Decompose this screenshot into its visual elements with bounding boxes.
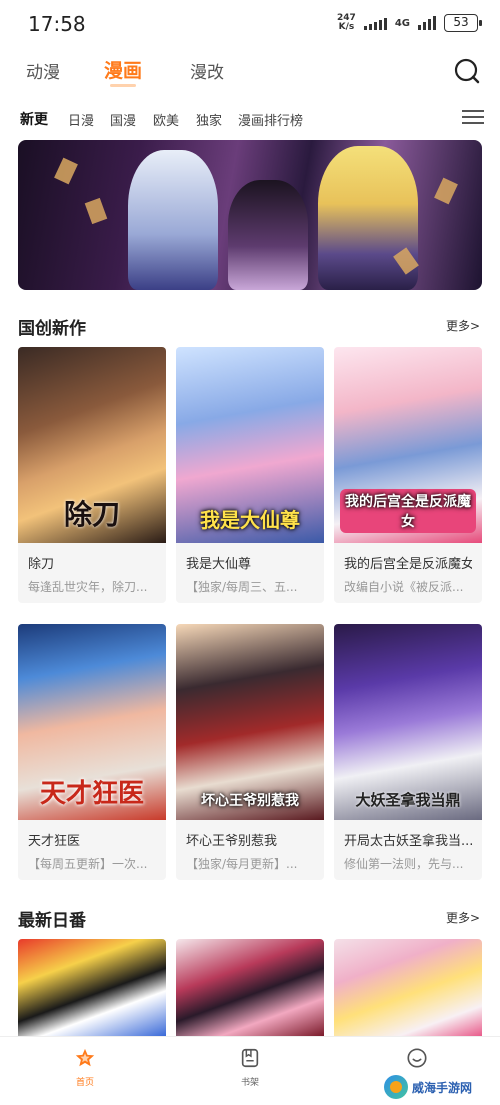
status-bar: 17:58 247 K/s 4G 53 xyxy=(0,0,500,50)
more-link[interactable]: 更多> xyxy=(446,909,480,926)
battery-icon: 53 xyxy=(444,14,482,32)
nav-bookshelf[interactable]: 书架 xyxy=(210,1047,290,1088)
banner-decoration xyxy=(84,197,108,225)
banner-decoration xyxy=(54,157,78,185)
comic-card[interactable]: 除刀 除刀 每逢乱世灾年，除刀... xyxy=(18,347,166,603)
bookshelf-icon xyxy=(241,1048,259,1068)
comic-desc: 【每周五更新】一次... xyxy=(28,857,148,871)
comic-cover: 除刀 xyxy=(18,347,166,543)
subtab-japanese[interactable]: 日漫 xyxy=(68,110,94,129)
comic-desc: 改编自小说《被反派... xyxy=(344,580,464,594)
section-title: 最新日番 xyxy=(18,911,86,931)
watermark-text: 威海手游网 xyxy=(412,1080,473,1095)
comic-title: 开局太古妖圣拿我当... xyxy=(344,834,472,849)
tab-manga[interactable]: 漫画 xyxy=(104,56,142,87)
comic-desc: 每逢乱世灾年，除刀... xyxy=(28,580,148,594)
banner-character xyxy=(228,180,308,290)
smiley-profile-icon xyxy=(407,1048,427,1068)
comic-card[interactable]: 天才狂医 天才狂医 【每周五更新】一次... xyxy=(18,624,166,880)
subtab-exclusive[interactable]: 独家 xyxy=(196,110,222,129)
comic-cover: 坏心王爷别惹我 xyxy=(176,624,324,820)
star-home-icon xyxy=(75,1048,95,1067)
wifi-signal-icon xyxy=(363,16,387,30)
watermark-logo-icon xyxy=(384,1075,408,1099)
comic-desc: 【独家/每周三、五... xyxy=(186,580,298,594)
comic-cover: 我是大仙尊 xyxy=(176,347,324,543)
subtab-western[interactable]: 欧美 xyxy=(153,110,179,129)
comic-card[interactable]: 坏心王爷别惹我 坏心王爷别惹我 【独家/每月更新】... xyxy=(176,624,324,880)
comic-title: 天才狂医 xyxy=(28,834,81,849)
battery-level: 53 xyxy=(453,15,469,29)
nav-home[interactable]: 首页 xyxy=(45,1047,125,1088)
subtab-new[interactable]: 新更 xyxy=(20,109,48,129)
menu-icon[interactable] xyxy=(462,106,484,128)
comic-cover: 大妖圣拿我当鼎 xyxy=(334,624,482,820)
banner-character xyxy=(128,150,218,290)
status-indicators: 247 K/s 4G 53 xyxy=(337,13,482,32)
comic-desc: 修仙第一法则，先与... xyxy=(344,857,464,871)
banner-decoration xyxy=(434,177,458,205)
cell-signal-icon xyxy=(418,16,436,30)
comic-title: 我的后宫全是反派魔女 xyxy=(344,557,472,572)
comic-cover: 我的后宫全是反派魔女 xyxy=(334,347,482,543)
comic-title: 我是大仙尊 xyxy=(186,557,252,572)
subtab-ranking[interactable]: 漫画排行榜 xyxy=(238,110,303,129)
comic-title: 坏心王爷别惹我 xyxy=(186,834,278,849)
hero-banner[interactable] xyxy=(18,140,482,290)
comic-cover: 天才狂医 xyxy=(18,624,166,820)
tab-adaptation[interactable]: 漫改 xyxy=(190,58,224,83)
comic-card[interactable]: 我是大仙尊 我是大仙尊 【独家/每周三、五... xyxy=(176,347,324,603)
comic-card[interactable]: 大妖圣拿我当鼎 开局太古妖圣拿我当... 修仙第一法则，先与... xyxy=(334,624,482,880)
watermark: 威海手游网 xyxy=(384,1073,496,1101)
comic-desc: 【独家/每月更新】... xyxy=(186,857,298,871)
more-link[interactable]: 更多> xyxy=(446,317,480,334)
comic-card[interactable] xyxy=(18,939,166,1036)
comic-cover xyxy=(334,939,482,1036)
comic-card[interactable] xyxy=(334,939,482,1036)
comic-cover xyxy=(176,939,324,1036)
search-icon[interactable] xyxy=(452,56,482,86)
subtab-chinese[interactable]: 国漫 xyxy=(110,110,136,129)
net-speed: 247 K/s xyxy=(337,13,356,32)
section-title: 国创新作 xyxy=(18,319,86,339)
comic-card[interactable] xyxy=(176,939,324,1036)
nav-profile[interactable] xyxy=(377,1047,457,1075)
comic-cover xyxy=(18,939,166,1036)
sub-tab-bar: 新更 日漫 国漫 欧美 独家 漫画排行榜 xyxy=(0,106,500,134)
comic-title: 除刀 xyxy=(28,557,55,572)
status-time: 17:58 xyxy=(28,12,86,36)
network-type: 4G xyxy=(394,17,410,29)
comic-card[interactable]: 我的后宫全是反派魔女 我的后宫全是反派魔女 改编自小说《被反派... xyxy=(334,347,482,603)
top-tab-bar: 动漫 漫画 漫改 xyxy=(0,52,500,92)
tab-anime[interactable]: 动漫 xyxy=(26,58,60,83)
